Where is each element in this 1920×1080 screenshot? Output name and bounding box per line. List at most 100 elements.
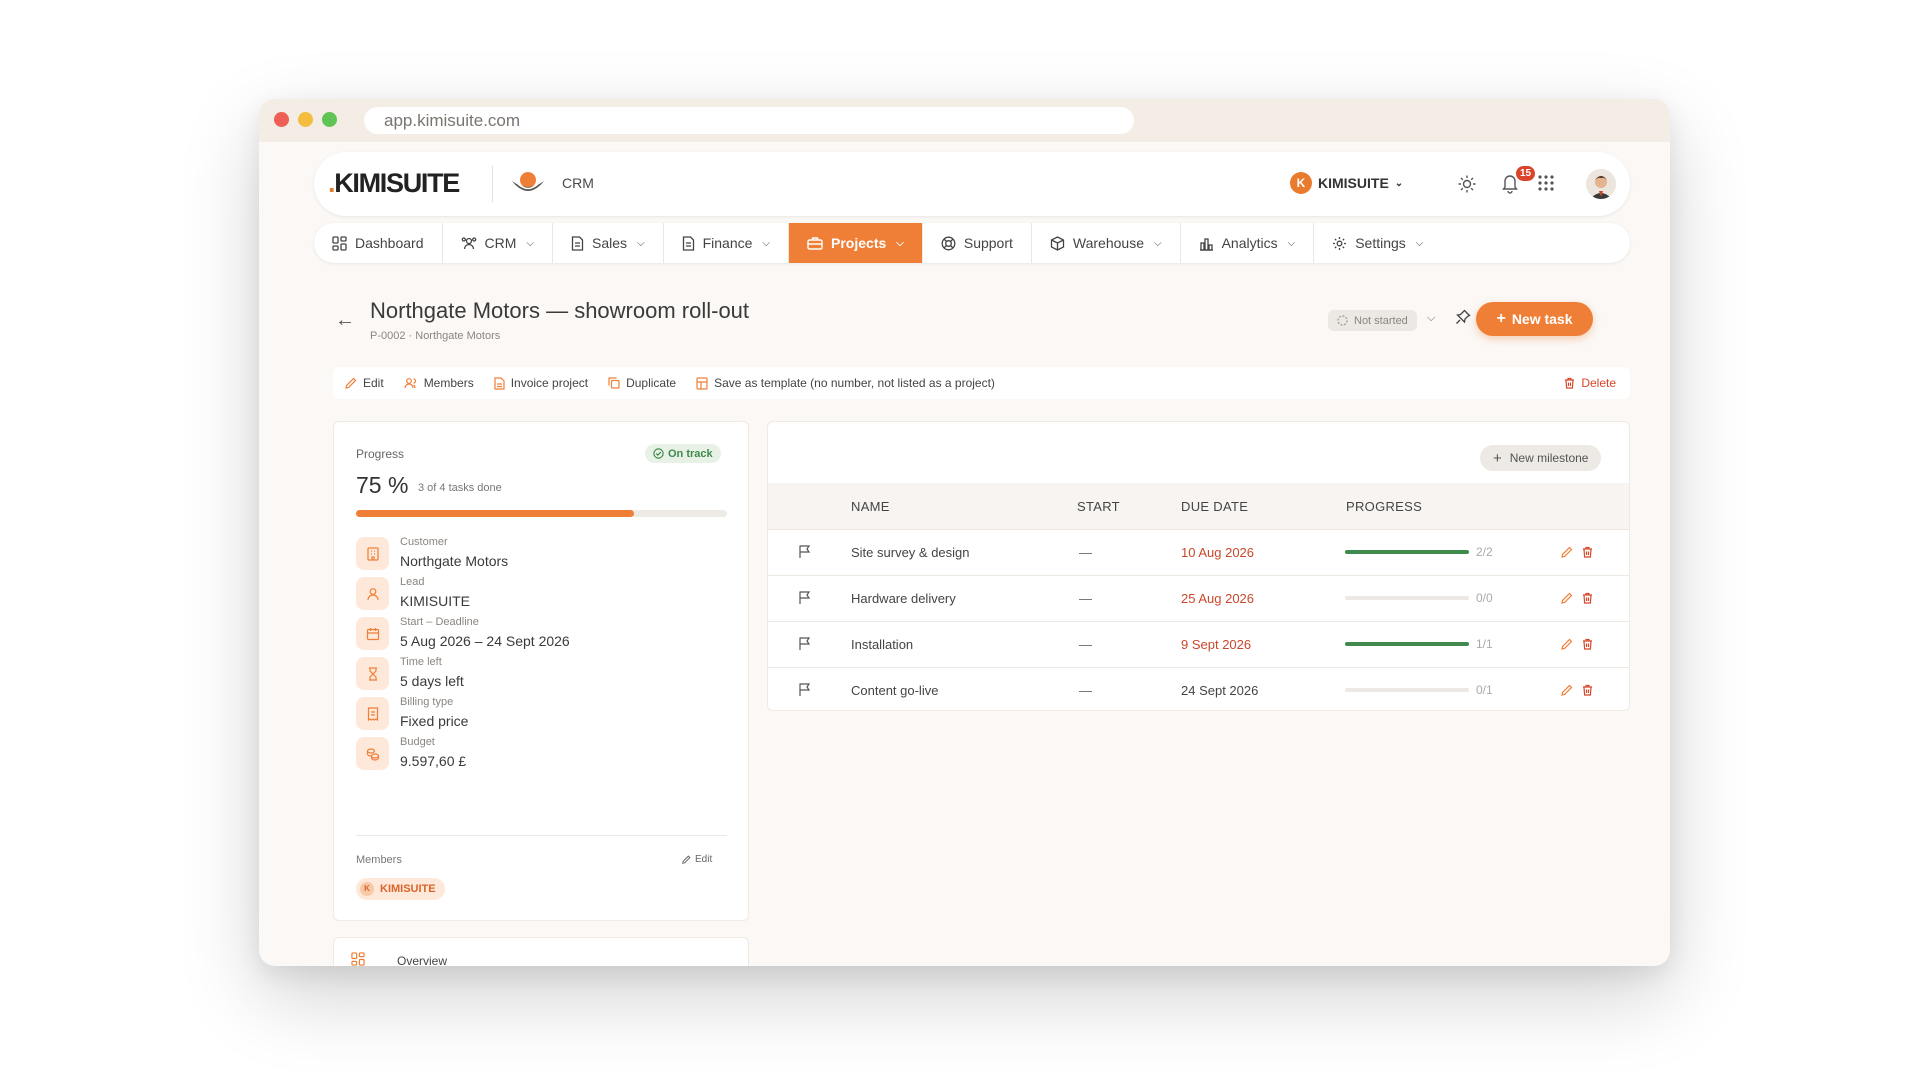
- action-label: Invoice project: [510, 376, 589, 390]
- nav-item-projects[interactable]: Projects ⌵: [789, 223, 923, 263]
- detail-value: 9.597,60 £: [400, 753, 467, 769]
- coins-icon: [356, 737, 389, 770]
- project-summary-card: Progress On track 75 % 3 of 4 tasks done…: [333, 421, 749, 921]
- column-header-name[interactable]: NAME: [851, 499, 890, 514]
- close-window-button[interactable]: [274, 112, 289, 127]
- action-label: Save as template (no number, not listed …: [714, 376, 995, 390]
- nav-item-label: Projects: [831, 235, 887, 251]
- milestone-progress-fill: [1345, 550, 1469, 554]
- milestone-start: —: [1079, 545, 1092, 560]
- table-row[interactable]: Content go-live — 24 Sept 2026 0/1: [768, 667, 1629, 713]
- nav-item-settings[interactable]: Settings ⌵: [1314, 223, 1441, 263]
- nav-item-support[interactable]: Support: [923, 223, 1032, 263]
- duplicate-button[interactable]: Duplicate: [608, 376, 676, 390]
- milestone-name: Content go-live: [851, 683, 939, 698]
- new-task-button[interactable]: + New task: [1476, 302, 1593, 336]
- nav-item-finance[interactable]: Finance ⌵: [664, 223, 790, 263]
- user-icon: [356, 577, 389, 610]
- pencil-icon[interactable]: [1561, 684, 1573, 696]
- nav-item-label: Finance: [702, 235, 753, 251]
- app-logo[interactable]: .KIMISUITE: [328, 168, 460, 199]
- table-row[interactable]: Installation — 9 Sept 2026 1/1: [768, 621, 1629, 667]
- nav-item-sales[interactable]: Sales ⌵: [553, 223, 664, 263]
- action-label: Edit: [363, 376, 384, 390]
- milestone-due-date: 25 Aug 2026: [1181, 591, 1255, 606]
- members-button[interactable]: Members: [404, 376, 474, 390]
- header-divider: [492, 166, 493, 202]
- trash-icon[interactable]: [1582, 684, 1593, 696]
- on-track-label: On track: [668, 447, 713, 460]
- pencil-icon[interactable]: [1561, 638, 1573, 650]
- trash-icon: [1565, 377, 1575, 389]
- edit-members-label: Edit: [695, 854, 713, 865]
- project-subtitle: P-0002 · Northgate Motors: [370, 330, 501, 342]
- app-header: .KIMISUITE CRM K KIMISUITE ⌄ 15: [314, 152, 1630, 216]
- column-header-start[interactable]: START: [1077, 499, 1120, 514]
- progress-bar-fill: [356, 510, 635, 517]
- milestones-card: + New milestone NAME START DUE DATE PROG…: [767, 421, 1630, 711]
- apps-grid-icon[interactable]: [1537, 174, 1555, 192]
- save-as-template-button[interactable]: Save as template (no number, not listed …: [696, 376, 995, 390]
- overview-section[interactable]: Overview: [333, 937, 749, 966]
- detail-value: Fixed price: [400, 713, 469, 729]
- member-avatar: K: [360, 882, 374, 896]
- milestone-start: —: [1079, 637, 1092, 652]
- browser-window: app.kimisuite.com .KIMISUITE CRM K KIMIS…: [259, 99, 1670, 966]
- nav-item-crm[interactable]: CRM ⌵: [443, 223, 553, 263]
- status-select[interactable]: Not started: [1328, 310, 1417, 331]
- minimize-window-button[interactable]: [298, 112, 313, 127]
- nav-item-warehouse[interactable]: Warehouse ⌵: [1032, 223, 1181, 263]
- member-chip[interactable]: K KIMISUITE: [356, 878, 445, 900]
- edit-project-button[interactable]: Edit: [345, 376, 384, 390]
- chevron-down-icon: ⌵: [637, 237, 645, 249]
- detail-lead: Lead KIMISUITE: [356, 576, 736, 616]
- members-label: Members: [356, 854, 402, 866]
- nav-item-dashboard[interactable]: Dashboard: [314, 223, 443, 263]
- back-arrow-icon[interactable]: ←: [335, 309, 355, 332]
- milestone-progress-bar: [1345, 642, 1469, 646]
- page-title: Northgate Motors — showroom roll-out: [370, 298, 750, 323]
- nav-item-label: Support: [963, 235, 1013, 251]
- trash-icon[interactable]: [1582, 546, 1593, 558]
- table-row[interactable]: Hardware delivery — 25 Aug 2026 0/0: [768, 575, 1629, 621]
- detail-label: Budget: [400, 736, 435, 748]
- trash-icon[interactable]: [1582, 638, 1593, 650]
- check-circle-icon: [653, 448, 664, 459]
- pencil-icon[interactable]: [1561, 546, 1573, 558]
- table-row[interactable]: Site survey & design — 10 Aug 2026 2/2: [768, 529, 1629, 575]
- invoice-project-button[interactable]: Invoice project: [494, 376, 588, 390]
- chevron-down-icon: ⌵: [1415, 237, 1424, 249]
- pin-icon[interactable]: [1455, 309, 1471, 325]
- org-switcher[interactable]: K KIMISUITE ⌄: [1290, 172, 1403, 194]
- detail-billing-type: Billing type Fixed price: [356, 696, 736, 736]
- column-header-due-date[interactable]: DUE DATE: [1181, 499, 1248, 514]
- user-avatar[interactable]: [1586, 169, 1616, 199]
- main-nav: Dashboard CRM ⌵ Sales ⌵ Finance ⌵ Projec…: [314, 223, 1630, 263]
- chevron-down-icon[interactable]: ⌵: [1427, 312, 1435, 325]
- nav-item-label: Dashboard: [355, 235, 424, 251]
- detail-value: KIMISUITE: [400, 593, 471, 609]
- delete-project-button[interactable]: Delete: [1564, 376, 1616, 390]
- nav-item-label: Sales: [591, 235, 628, 251]
- milestones-table-header: NAME START DUE DATE PROGRESS: [768, 483, 1629, 529]
- trash-icon[interactable]: [1582, 592, 1593, 604]
- chevron-down-icon: ⌵: [1287, 237, 1296, 249]
- detail-label: Billing type: [400, 696, 454, 708]
- column-header-progress[interactable]: PROGRESS: [1346, 499, 1422, 514]
- maximize-window-button[interactable]: [322, 112, 337, 127]
- address-bar[interactable]: app.kimisuite.com: [364, 107, 1134, 134]
- pencil-icon[interactable]: [1561, 592, 1573, 604]
- nav-item-label: Warehouse: [1072, 235, 1144, 251]
- nav-item-analytics[interactable]: Analytics ⌵: [1181, 223, 1315, 263]
- chevron-down-icon: ⌄: [1394, 177, 1404, 189]
- org-avatar: K: [1290, 172, 1312, 194]
- calendar-icon: [356, 617, 389, 650]
- new-milestone-button[interactable]: + New milestone: [1480, 445, 1602, 471]
- sun-icon[interactable]: [1457, 174, 1477, 194]
- flag-icon: [799, 637, 811, 650]
- edit-members-button[interactable]: Edit: [682, 854, 712, 865]
- building-icon: [356, 537, 389, 570]
- milestone-due-date: 24 Sept 2026: [1181, 683, 1259, 698]
- flag-icon: [799, 545, 811, 558]
- detail-start-deadline: Start – Deadline 5 Aug 2026 – 24 Sept 20…: [356, 616, 736, 656]
